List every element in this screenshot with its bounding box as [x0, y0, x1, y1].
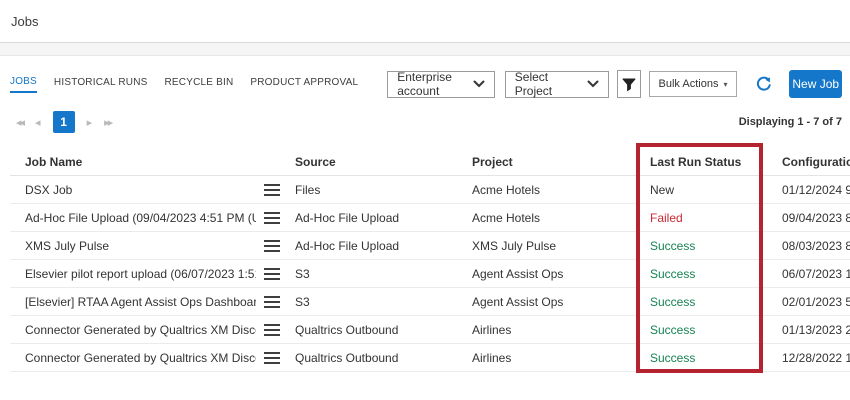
pager-prev-icon[interactable]: ◂ [29, 116, 47, 129]
row-menu-icon[interactable] [264, 268, 280, 280]
status-badge: Failed [635, 211, 767, 225]
source-cell: Ad-Hoc File Upload [280, 239, 457, 253]
page-title: Jobs [11, 14, 38, 29]
configuration-cell: 06/07/2023 1 [767, 267, 850, 281]
configuration-cell: 01/13/2023 2 [767, 323, 850, 337]
row-menu-icon[interactable] [264, 240, 280, 252]
table-row[interactable]: Connector Generated by Qualtrics XM Disc… [10, 316, 850, 344]
source-cell: Files [280, 183, 457, 197]
pager-current-page[interactable]: 1 [53, 111, 75, 133]
project-cell: Airlines [457, 323, 635, 337]
job-name: Connector Generated by Qualtrics XM Disc… [25, 323, 256, 337]
refresh-icon [756, 76, 772, 92]
funnel-icon [621, 77, 637, 92]
project-dropdown[interactable]: Select Project [505, 71, 609, 98]
job-name: XMS July Pulse [25, 239, 109, 253]
header-band [0, 43, 850, 56]
job-name: Connector Generated by Qualtrics XM Disc… [25, 351, 256, 365]
table-header-row: Job Name Source Project Last Run Status … [10, 149, 850, 176]
displaying-count: Displaying 1 - 7 of 7 [739, 116, 842, 128]
row-menu-icon[interactable] [264, 324, 280, 336]
status-badge: Success [635, 295, 767, 309]
source-cell: S3 [280, 267, 457, 281]
header-project: Project [457, 155, 635, 169]
row-menu-icon[interactable] [264, 212, 280, 224]
tab-bar: JOBS HISTORICAL RUNS RECYCLE BIN PRODUCT… [10, 76, 375, 93]
account-dropdown[interactable]: Enterprise account [387, 71, 495, 98]
table-row[interactable]: DSX Job Files Acme Hotels New 01/12/2024… [10, 176, 850, 204]
chevron-down-icon [473, 80, 485, 88]
header-configuration: Configuratio [767, 155, 850, 169]
configuration-cell: 01/12/2024 9 [767, 183, 850, 197]
jobs-page: Jobs JOBS HISTORICAL RUNS RECYCLE BIN PR… [0, 0, 850, 400]
header-job-name: Job Name [10, 155, 280, 169]
refresh-button[interactable] [756, 76, 772, 92]
table-row[interactable]: [Elsevier] RTAA Agent Assist Ops Dashboa… [10, 288, 850, 316]
source-cell: Qualtrics Outbound [280, 351, 457, 365]
project-dropdown-value: Select Project [515, 70, 581, 98]
source-cell: Qualtrics Outbound [280, 323, 457, 337]
pagination-row: ◂◂ ◂ 1 ▸ ▸▸ Displaying 1 - 7 of 7 [10, 110, 842, 134]
table-row[interactable]: Ad-Hoc File Upload (09/04/2023 4:51 PM (… [10, 204, 850, 232]
source-cell: Ad-Hoc File Upload [280, 211, 457, 225]
project-cell: Acme Hotels [457, 183, 635, 197]
job-name: DSX Job [25, 183, 72, 197]
pager-last-icon[interactable]: ▸▸ [98, 116, 117, 129]
project-cell: Agent Assist Ops [457, 267, 635, 281]
status-badge: Success [635, 351, 767, 365]
job-name: Elsevier pilot report upload (06/07/2023… [25, 267, 256, 281]
toolbar: JOBS HISTORICAL RUNS RECYCLE BIN PRODUCT… [10, 70, 842, 98]
status-badge: New [635, 183, 767, 197]
bulk-actions-button[interactable]: Bulk Actions ▾ [649, 71, 738, 97]
tab-product-approval[interactable]: PRODUCT APPROVAL [250, 77, 358, 92]
pager-first-icon[interactable]: ◂◂ [10, 116, 29, 129]
project-cell: Acme Hotels [457, 211, 635, 225]
status-badge: Success [635, 267, 767, 281]
jobs-table: Job Name Source Project Last Run Status … [10, 149, 850, 372]
project-cell: Airlines [457, 351, 635, 365]
tab-recycle-bin[interactable]: RECYCLE BIN [165, 77, 234, 92]
status-badge: Success [635, 239, 767, 253]
configuration-cell: 08/03/2023 8 [767, 239, 850, 253]
title-bar: Jobs [0, 0, 850, 43]
table-row[interactable]: Elsevier pilot report upload (06/07/2023… [10, 260, 850, 288]
job-name: [Elsevier] RTAA Agent Assist Ops Dashboa… [25, 295, 256, 309]
new-job-button[interactable]: New Job [789, 70, 842, 98]
table-row[interactable]: Connector Generated by Qualtrics XM Disc… [10, 344, 850, 372]
pager: ◂◂ ◂ 1 ▸ ▸▸ [10, 111, 117, 133]
job-name: Ad-Hoc File Upload (09/04/2023 4:51 PM (… [25, 211, 256, 225]
configuration-cell: 12/28/2022 1 [767, 351, 850, 365]
header-last-run-status: Last Run Status [635, 155, 767, 169]
status-badge: Success [635, 323, 767, 337]
account-dropdown-value: Enterprise account [397, 70, 467, 98]
bulk-actions-label: Bulk Actions [659, 78, 719, 90]
row-menu-icon[interactable] [264, 296, 280, 308]
tab-historical-runs[interactable]: HISTORICAL RUNS [54, 77, 148, 92]
configuration-cell: 02/01/2023 5 [767, 295, 850, 309]
pager-next-icon[interactable]: ▸ [81, 116, 99, 129]
project-cell: XMS July Pulse [457, 239, 635, 253]
filter-button[interactable] [617, 70, 641, 98]
row-menu-icon[interactable] [264, 184, 280, 196]
header-source: Source [280, 155, 457, 169]
row-menu-icon[interactable] [264, 352, 280, 364]
tab-jobs[interactable]: JOBS [10, 76, 37, 93]
chevron-down-icon [587, 80, 599, 88]
table-row[interactable]: XMS July Pulse Ad-Hoc File Upload XMS Ju… [10, 232, 850, 260]
configuration-cell: 09/04/2023 8 [767, 211, 850, 225]
caret-down-icon: ▾ [723, 80, 727, 89]
source-cell: S3 [280, 295, 457, 309]
project-cell: Agent Assist Ops [457, 295, 635, 309]
